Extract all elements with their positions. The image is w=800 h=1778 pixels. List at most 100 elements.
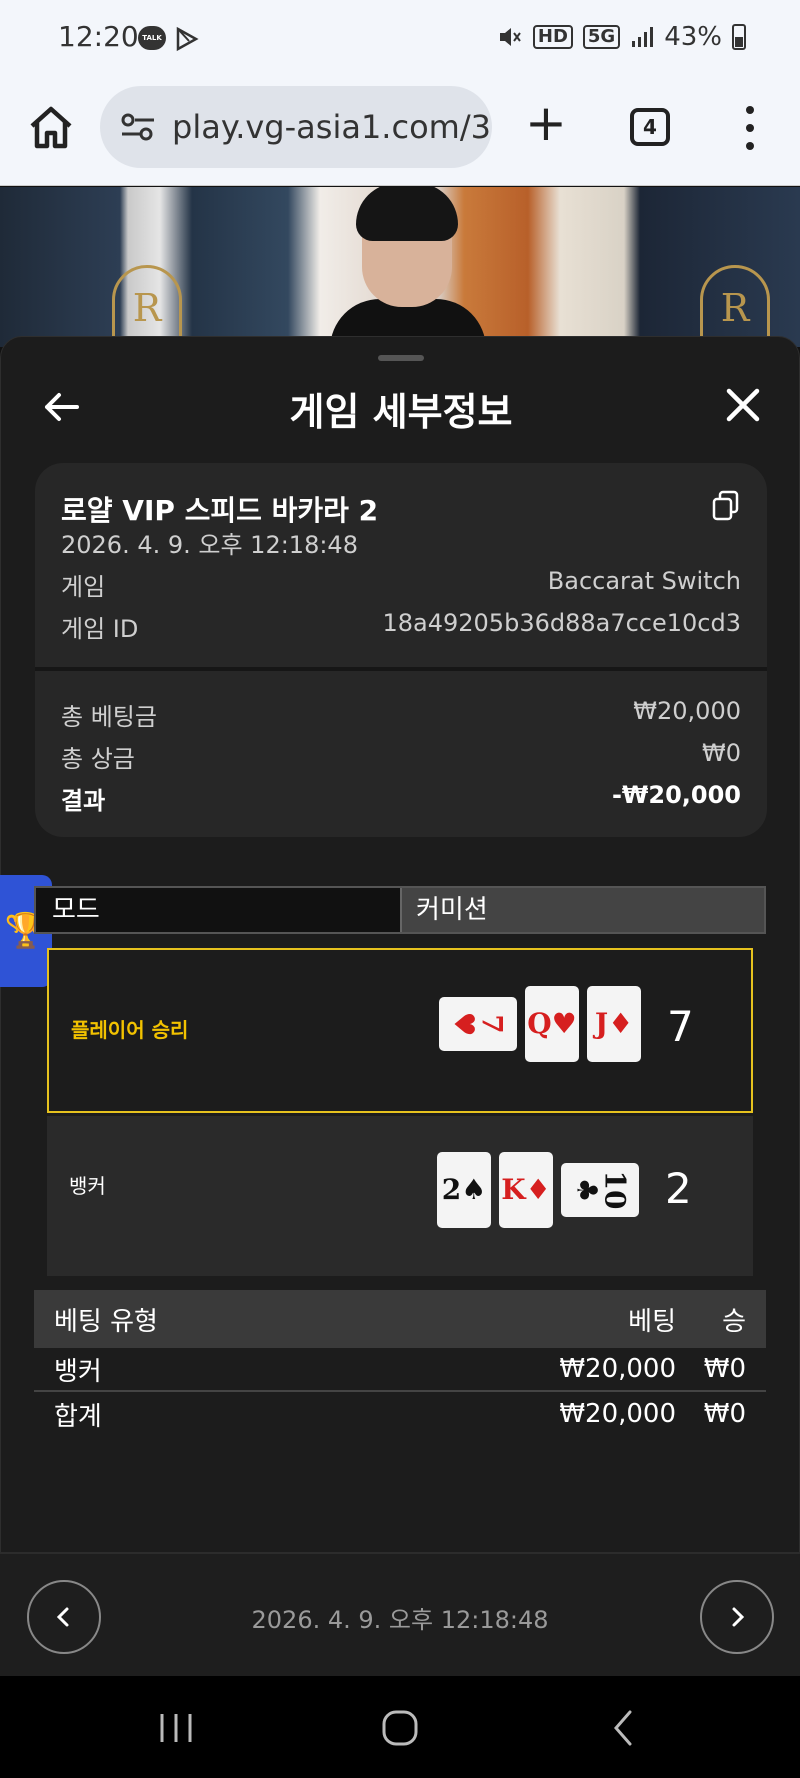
banker-score: 2	[665, 1164, 692, 1213]
hd-icon: HD	[532, 25, 573, 49]
total-bet-value: ₩20,000	[633, 697, 741, 725]
bet-amount-cell: ₩20,000	[559, 1399, 676, 1429]
card-face: K♦	[501, 1176, 550, 1204]
status-time: 12:20	[58, 20, 139, 53]
card-face: 10 ♣	[570, 1170, 631, 1210]
card-rank: K	[501, 1173, 526, 1206]
site-settings-icon[interactable]	[120, 112, 156, 142]
card-face: 7 ♥	[447, 1011, 509, 1037]
result-row: 결과 -₩20,000	[61, 781, 741, 816]
game-info-top: 로얄 VIP 스피드 바카라 2 2026. 4. 9. 오후 12:18:48…	[35, 463, 767, 667]
card-suit-icon: ♦	[525, 1173, 551, 1206]
signal-icon	[632, 27, 654, 47]
card-suit-icon: ♣	[570, 1177, 603, 1203]
browser-toolbar: play.vg-asia1.com/38 + 4	[0, 80, 800, 186]
new-tab-icon[interactable]: +	[524, 98, 568, 150]
card-rank: 2	[441, 1173, 462, 1206]
close-icon[interactable]	[723, 385, 763, 425]
banker-card: K♦	[499, 1152, 553, 1228]
recent-apps-icon[interactable]	[154, 1706, 198, 1750]
game-info-card: 로얄 VIP 스피드 바카라 2 2026. 4. 9. 오후 12:18:48…	[35, 463, 767, 837]
header-win: 승	[722, 1306, 746, 1337]
result-value: -₩20,000	[611, 781, 741, 809]
live-video-stream: R R	[0, 187, 800, 347]
bet-table: 베팅 유형 베팅 승 뱅커 ₩20,000 ₩0 합계 ₩20,000 ₩0	[34, 1290, 766, 1436]
mode-label: 모드	[36, 888, 402, 932]
game-row: 게임 Baccarat Switch	[61, 567, 741, 602]
total-win-label: 총 상금	[61, 745, 135, 773]
card-rank: J	[594, 1007, 609, 1040]
android-navigation-bar	[0, 1676, 800, 1778]
player-hand-label: 플레이어 승리	[71, 1018, 189, 1042]
bet-type-cell: 합계	[54, 1401, 102, 1432]
5g-icon: 5G	[582, 25, 621, 49]
status-left-icons: TALK	[138, 26, 200, 52]
url-text[interactable]: play.vg-asia1.com/38	[172, 108, 492, 146]
bet-table-header: 베팅 유형 베팅 승	[34, 1290, 766, 1348]
commission-label: 커미션	[416, 895, 488, 925]
total-win-row: 총 상금 ₩0	[61, 739, 741, 774]
table-row-total: 합계 ₩20,000 ₩0	[34, 1392, 766, 1436]
banker-hand: 뱅커 2♠ K♦ 10 ♣ 2	[47, 1116, 753, 1276]
sheet-footer: 2026. 4. 9. 오후 12:18:48	[0, 1552, 800, 1676]
player-cards: 7 ♥ Q♥ J♦	[439, 986, 641, 1062]
mode-bar: 모드 커미션	[34, 886, 766, 934]
bet-type-cell: 뱅커	[54, 1356, 102, 1387]
total-bet-label: 총 베팅금	[61, 703, 157, 731]
card-face: Q♥	[527, 1010, 577, 1038]
card-suit-icon: ♦	[608, 1007, 634, 1040]
home-icon[interactable]	[26, 102, 76, 152]
battery-icon	[732, 24, 746, 50]
game-id-row: 게임 ID 18a49205b36d88a7cce10cd3	[61, 609, 741, 644]
game-id-label: 게임 ID	[61, 615, 139, 643]
player-hand: 플레이어 승리 7 ♥ Q♥ J♦ 7	[47, 948, 753, 1113]
back-nav-icon[interactable]	[602, 1706, 646, 1750]
player-card: Q♥	[525, 986, 579, 1062]
card-suit-icon: ♥	[551, 1007, 577, 1040]
more-menu-icon[interactable]	[740, 106, 760, 150]
next-round-button[interactable]	[700, 1580, 774, 1654]
crest-logo: R	[112, 265, 182, 347]
tab-switcher-button[interactable]: 4	[630, 108, 670, 146]
status-bar: 12:20 TALK HD 5G 43%	[0, 0, 800, 80]
game-datetime: 2026. 4. 9. 오후 12:18:48	[61, 531, 358, 559]
header-bet-type: 베팅 유형	[54, 1306, 158, 1337]
win-amount-cell: ₩0	[703, 1354, 746, 1384]
game-value: Baccarat Switch	[547, 567, 741, 595]
banker-hand-label: 뱅커	[69, 1174, 106, 1198]
crest-logo: R	[700, 265, 770, 347]
header-bet: 베팅	[628, 1306, 676, 1337]
sheet-title: 게임 세부정보	[289, 390, 513, 434]
card-face: J♦	[595, 1010, 633, 1038]
result-label: 결과	[61, 787, 106, 815]
home-nav-icon[interactable]	[378, 1706, 422, 1750]
total-bet-row: 총 베팅금 ₩20,000	[61, 697, 741, 732]
battery-percent: 43%	[664, 22, 722, 52]
bet-amount-cell: ₩20,000	[559, 1354, 676, 1384]
player-score: 7	[667, 1002, 694, 1051]
total-win-value: ₩0	[702, 739, 741, 767]
table-row: 뱅커 ₩20,000 ₩0	[34, 1348, 766, 1392]
card-rank: Q	[527, 1007, 552, 1040]
sheet-drag-handle[interactable]	[378, 355, 424, 361]
card-divider	[35, 667, 767, 671]
copy-icon[interactable]	[711, 489, 741, 521]
dealer-hair	[356, 187, 458, 241]
card-suit-icon: ♥	[447, 1011, 481, 1037]
status-right-icons: HD 5G 43%	[497, 22, 746, 52]
mute-icon	[499, 28, 521, 46]
player-card: 7 ♥	[439, 997, 517, 1051]
player-card: J♦	[587, 986, 641, 1062]
banker-cards: 2♠ K♦ 10 ♣	[437, 1152, 639, 1228]
win-amount-cell: ₩0	[703, 1399, 746, 1429]
game-label: 게임	[61, 573, 106, 601]
card-suit-icon: ♠	[461, 1173, 487, 1206]
banker-card: 10 ♣	[561, 1163, 639, 1217]
game-id-value: 18a49205b36d88a7cce10cd3	[382, 609, 741, 637]
address-bar[interactable]: play.vg-asia1.com/38	[100, 86, 492, 168]
banker-card: 2♠	[437, 1152, 491, 1228]
card-rank: 10	[598, 1170, 631, 1210]
game-name: 로얄 VIP 스피드 바카라 2	[61, 494, 379, 527]
footer-datetime: 2026. 4. 9. 오후 12:18:48	[251, 1606, 549, 1634]
play-store-icon	[176, 26, 199, 52]
